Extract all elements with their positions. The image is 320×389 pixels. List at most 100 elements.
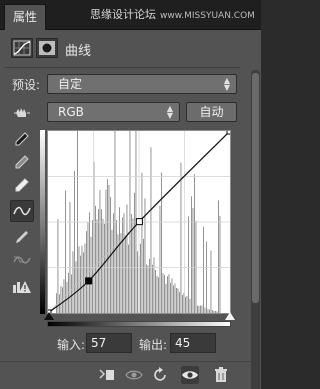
scroll-thumb[interactable]: [252, 73, 259, 303]
histogram-bar: [137, 251, 138, 313]
histogram-bar: [209, 309, 210, 313]
histogram-bar: [56, 293, 57, 313]
histogram-bar: [197, 305, 198, 313]
curve-control-point[interactable]: [85, 277, 93, 285]
pencil-icon[interactable]: [10, 226, 34, 248]
histogram-bar: [104, 223, 105, 313]
curve-svg[interactable]: [48, 131, 230, 313]
input-label: 输入:: [57, 338, 86, 352]
histogram-bar: [203, 226, 204, 313]
histogram-bar: [75, 261, 77, 313]
histogram-bar: [143, 238, 144, 313]
histogram-bar: [74, 170, 75, 313]
histogram-bar: [57, 219, 59, 313]
histogram-bar: [152, 264, 153, 313]
histogram-bar: [156, 275, 158, 313]
histogram-bar: [99, 190, 101, 313]
curve-control-point[interactable]: [135, 218, 143, 226]
reset-icon[interactable]: [152, 366, 170, 384]
panel-scrollbar[interactable]: [251, 70, 260, 389]
histogram-bar: [150, 147, 152, 313]
histogram-bar: [201, 305, 203, 313]
histogram-bar: [125, 236, 126, 313]
histogram-bar: [168, 274, 170, 313]
clip-to-layer-icon[interactable]: [98, 366, 116, 384]
select-arrows-icon: ▲ ▼: [166, 104, 173, 120]
curve-graph[interactable]: [47, 130, 231, 314]
preset-value: 自定: [58, 77, 83, 91]
on-image-adjust-icon[interactable]: [10, 102, 34, 124]
histogram-bar: [71, 274, 72, 313]
histogram-bar: [105, 189, 107, 313]
histogram-bar: [179, 291, 180, 313]
auto-button[interactable]: 自动: [186, 102, 237, 122]
histogram-bar: [216, 311, 218, 313]
histogram-bar: [161, 172, 162, 313]
histogram-bar: [194, 174, 195, 313]
watermark: 思缘设计论坛 www.MISSYUAN.COM: [90, 6, 255, 22]
preset-select[interactable]: 自定 ▲ ▼: [47, 74, 237, 94]
visibility-eye-icon[interactable]: [181, 366, 199, 384]
histogram-bar: [98, 209, 99, 313]
smooth-icon[interactable]: [10, 250, 34, 272]
histogram-bar: [200, 305, 201, 313]
channel-select[interactable]: RGB ▲ ▼: [47, 102, 180, 122]
histogram-bar: [210, 250, 212, 313]
delete-trash-icon[interactable]: [212, 366, 230, 384]
histogram-bar: [134, 192, 135, 313]
histogram-bar: [101, 209, 102, 313]
histogram-bar: [170, 282, 171, 313]
histogram-bar: [158, 277, 159, 313]
histogram-bar: [215, 310, 216, 313]
curves-adjustment-icon[interactable]: [11, 38, 33, 58]
histogram-bar: [198, 305, 200, 313]
histogram-bar: [167, 276, 168, 313]
histogram-bar: [186, 296, 188, 313]
histogram-bar: [78, 246, 80, 313]
curve-control-point[interactable]: [226, 131, 230, 135]
histogram-bar: [80, 255, 81, 313]
input-gradient-bar: [47, 321, 231, 327]
curve-points-icon[interactable]: [10, 200, 34, 222]
panel-titlebar: 属性 思缘设计论坛 www.MISSYUAN.COM: [0, 0, 261, 30]
histogram-bar: [206, 241, 207, 313]
histogram-bar: [126, 204, 128, 313]
watermark-text: 思缘设计论坛: [90, 8, 156, 21]
watermark-url: www.MISSYUAN.COM: [160, 11, 255, 21]
histogram-bar: [185, 296, 186, 313]
histogram-bar: [189, 298, 191, 313]
histogram-bar: [182, 294, 183, 313]
properties-panel: 曲线 预设: 自定 ▲ ▼ RGB ▲ ▼ 自动 输入: 57 输出: 45: [0, 30, 261, 389]
histogram-bar: [107, 179, 108, 313]
output-gradient-bar: [40, 130, 45, 314]
preset-label: 预设:: [12, 78, 41, 92]
output-label: 输出:: [139, 338, 168, 352]
histogram-bar: [90, 236, 92, 313]
histogram-bar: [63, 279, 65, 313]
histogram-bar: [86, 231, 87, 313]
histogram-bar: [162, 273, 164, 313]
white-input-slider[interactable]: [225, 312, 235, 320]
histogram-bar: [218, 200, 219, 313]
black-input-slider[interactable]: [44, 312, 54, 320]
tab-properties[interactable]: 属性: [4, 4, 47, 30]
histogram-bar: [164, 275, 165, 313]
histogram-bar: [128, 244, 129, 313]
histogram-bar: [171, 278, 173, 313]
view-previous-icon[interactable]: [125, 366, 143, 384]
histogram-bar: [173, 285, 174, 313]
clipping-warning-icon[interactable]: [10, 276, 34, 298]
histogram-bar: [165, 283, 167, 313]
white-point-eyedropper-icon[interactable]: [10, 174, 34, 196]
output-value-field[interactable]: 45: [170, 333, 216, 353]
histogram-bar: [122, 217, 123, 313]
input-value-field[interactable]: 57: [86, 333, 132, 353]
black-point-eyedropper-icon[interactable]: [10, 128, 34, 150]
gray-point-eyedropper-icon[interactable]: [10, 151, 34, 173]
histogram-bar: [141, 172, 143, 313]
histogram-bar: [155, 269, 156, 313]
histogram-bar: [180, 162, 182, 313]
histogram-bar: [174, 283, 176, 313]
histogram-bar: [116, 220, 117, 313]
layer-mask-icon[interactable]: [36, 38, 58, 58]
